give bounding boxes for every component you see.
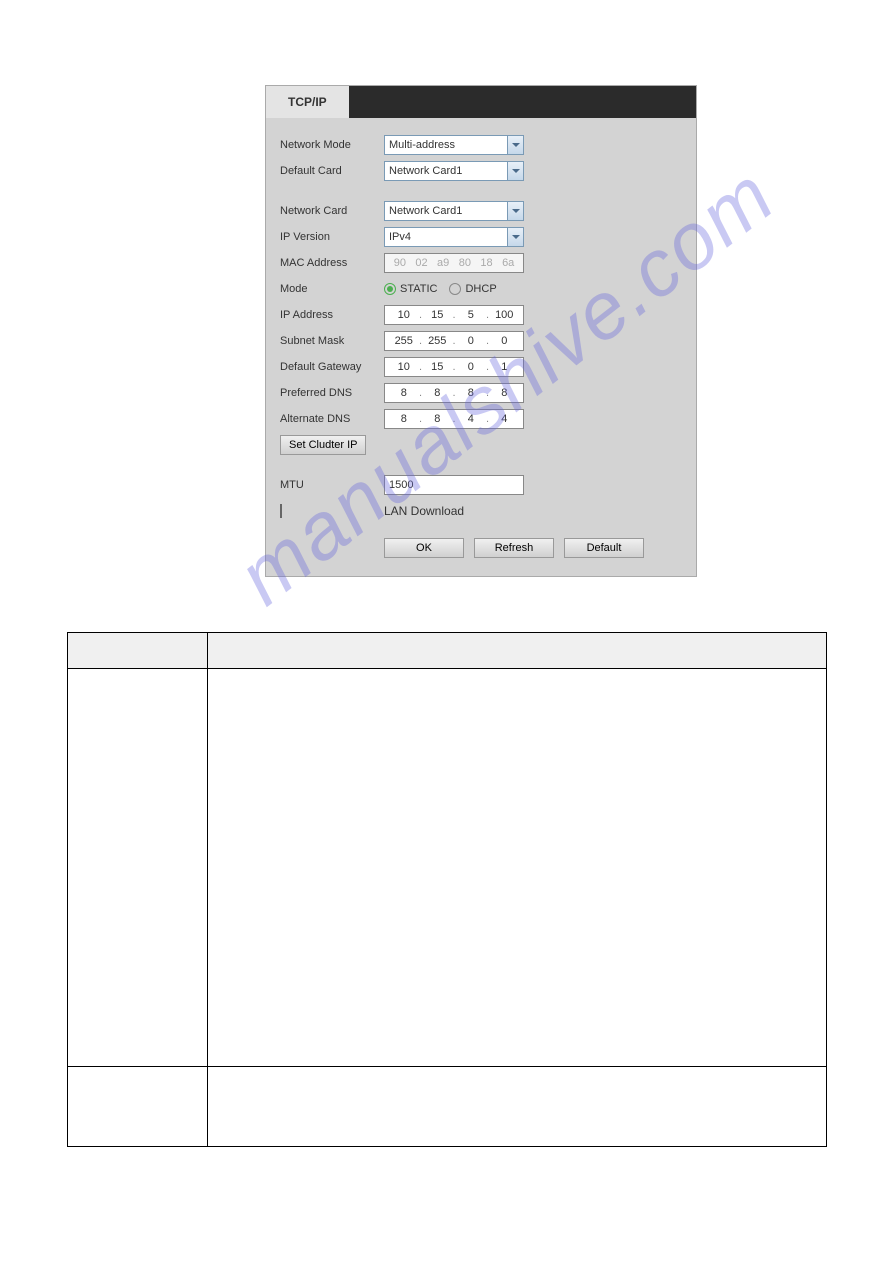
mode-static-radio[interactable]: STATIC <box>384 283 437 295</box>
tcpip-panel: TCP/IP Network Mode Multi-address Defaul… <box>265 85 697 577</box>
network-mode-value: Multi-address <box>389 139 455 151</box>
radio-icon <box>449 283 461 295</box>
alternate-dns-field[interactable]: 8. 8. 4. 4 <box>384 409 524 429</box>
mode-dhcp-radio[interactable]: DHCP <box>449 283 496 295</box>
ip-version-select[interactable]: IPv4 <box>384 227 524 247</box>
default-button[interactable]: Default <box>564 538 644 558</box>
table-header-1 <box>68 633 208 669</box>
table-row <box>68 669 827 1067</box>
table-cell <box>208 669 827 1067</box>
mode-static-label: STATIC <box>400 283 437 295</box>
lan-download-label: LAN Download <box>384 504 464 518</box>
default-card-select[interactable]: Network Card1 <box>384 161 524 181</box>
table-cell <box>68 1067 208 1147</box>
default-gateway-field[interactable]: 10. 15. 0. 1 <box>384 357 524 377</box>
default-card-value: Network Card1 <box>389 165 462 177</box>
tab-bar: TCP/IP <box>266 86 696 118</box>
chevron-down-icon <box>507 202 523 220</box>
ip-address-field[interactable]: 10. 15. 5. 100 <box>384 305 524 325</box>
network-card-value: Network Card1 <box>389 205 462 217</box>
mac-address-field: 90 02 a9 80 18 6a <box>384 253 524 273</box>
refresh-button[interactable]: Refresh <box>474 538 554 558</box>
network-mode-label: Network Mode <box>280 139 384 151</box>
lan-download-checkbox[interactable] <box>280 504 282 518</box>
table-cell <box>208 1067 827 1147</box>
mode-radio-group: STATIC DHCP <box>384 283 497 295</box>
mtu-input[interactable]: 1500 <box>384 475 524 495</box>
ip-version-label: IP Version <box>280 231 384 243</box>
radio-icon <box>384 283 396 295</box>
mtu-label: MTU <box>280 479 384 491</box>
lan-download-checkbox-wrap <box>280 505 384 517</box>
subnet-mask-label: Subnet Mask <box>280 335 384 347</box>
mac-address-label: MAC Address <box>280 257 384 269</box>
table-header-row <box>68 633 827 669</box>
tab-tcpip[interactable]: TCP/IP <box>266 86 349 118</box>
default-card-label: Default Card <box>280 165 384 177</box>
set-cluster-ip-button[interactable]: Set Cludter IP <box>280 435 366 455</box>
subnet-mask-field[interactable]: 255. 255. 0. 0 <box>384 331 524 351</box>
ok-button[interactable]: OK <box>384 538 464 558</box>
mode-label: Mode <box>280 283 384 295</box>
table-header-2 <box>208 633 827 669</box>
network-mode-select[interactable]: Multi-address <box>384 135 524 155</box>
table-row <box>68 1067 827 1147</box>
preferred-dns-label: Preferred DNS <box>280 387 384 399</box>
network-card-label: Network Card <box>280 205 384 217</box>
chevron-down-icon <box>507 136 523 154</box>
preferred-dns-field[interactable]: 8. 8. 8. 8 <box>384 383 524 403</box>
ip-address-label: IP Address <box>280 309 384 321</box>
doc-table <box>67 632 827 1147</box>
mode-dhcp-label: DHCP <box>465 283 496 295</box>
chevron-down-icon <box>507 228 523 246</box>
network-card-select[interactable]: Network Card1 <box>384 201 524 221</box>
form-area: Network Mode Multi-address Default Card … <box>266 118 696 576</box>
default-gateway-label: Default Gateway <box>280 361 384 373</box>
alternate-dns-label: Alternate DNS <box>280 413 384 425</box>
chevron-down-icon <box>507 162 523 180</box>
table-cell <box>68 669 208 1067</box>
ip-version-value: IPv4 <box>389 231 411 243</box>
